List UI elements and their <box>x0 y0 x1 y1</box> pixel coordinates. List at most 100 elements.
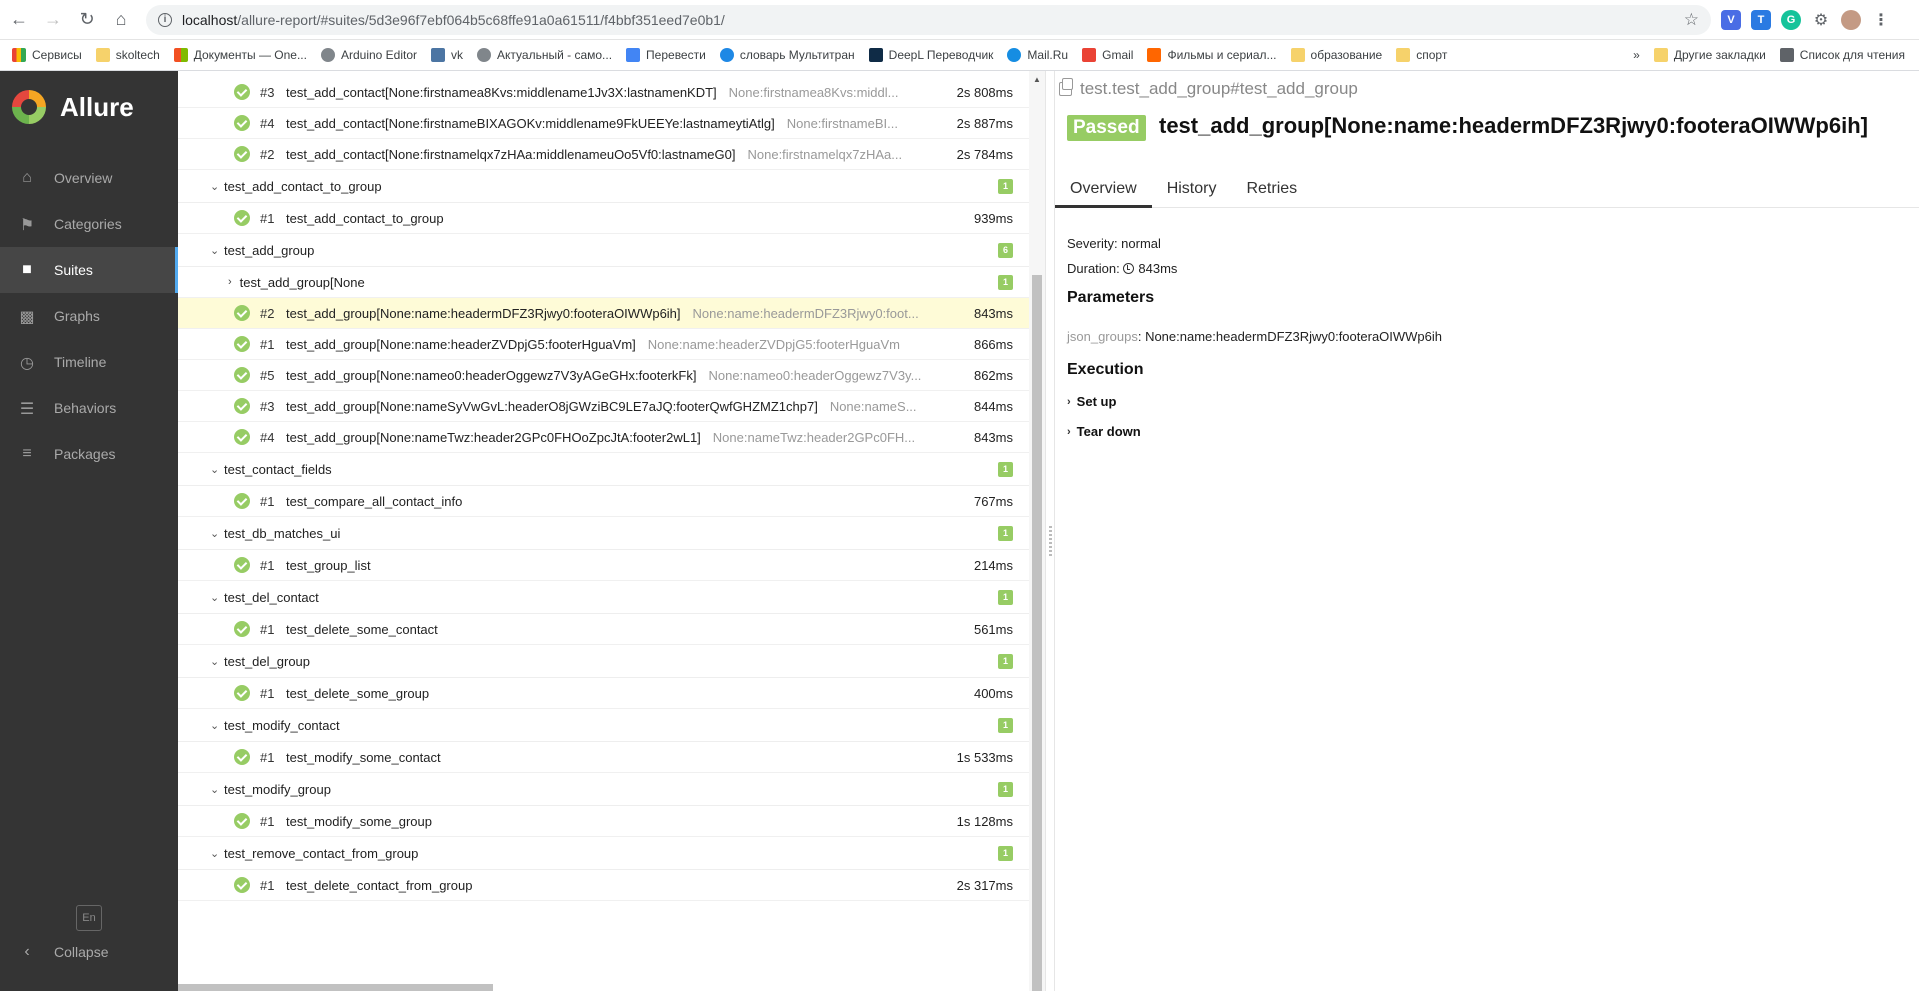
scroll-up-arrow-icon[interactable]: ▲ <box>1033 75 1041 84</box>
passed-check-icon <box>234 877 250 893</box>
collapse-button[interactable]: ‹ Collapse <box>16 943 108 961</box>
other-bookmarks[interactable]: Другие закладки <box>1653 48 1766 62</box>
home-icon[interactable]: ⌂ <box>106 5 136 35</box>
brand[interactable]: Allure <box>0 71 178 143</box>
tab-retries[interactable]: Retries <box>1231 176 1312 208</box>
row-test-name: test_add_contact[None:firstnamelqx7zHAa:… <box>286 146 736 162</box>
extension-translate-icon[interactable]: T <box>1751 9 1771 30</box>
site-info-icon[interactable]: i <box>158 12 172 27</box>
table-row[interactable]: #1 test_group_list 214ms <box>178 550 1029 581</box>
copy-icon[interactable] <box>1059 78 1073 96</box>
row-order: #4 <box>260 115 275 131</box>
chevron-down-icon: ⌄ <box>210 527 220 540</box>
bookmark-actual[interactable]: Актуальный - само... <box>477 48 612 62</box>
browser-toolbar: ← → ↻ ⌂ i localhost/allure-report/#suite… <box>0 0 1919 40</box>
suite-group-header[interactable]: ⌄ test_db_matches_ui 1 <box>178 517 1029 550</box>
sub-suite-header[interactable]: › test_add_group[None 1 <box>178 267 1029 298</box>
back-arrow-icon[interactable]: ← <box>4 5 34 35</box>
setup-step[interactable]: › Set up <box>1067 394 1116 409</box>
table-row-selected[interactable]: #2 test_add_group[None:name:headermDFZ3Rj… <box>178 298 1029 329</box>
table-row[interactable]: #1 test_modify_some_contact 1s 533ms <box>178 742 1029 773</box>
teardown-step[interactable]: › Tear down <box>1067 424 1141 439</box>
suite-group-header[interactable]: ⌄ test_modify_contact 1 <box>178 709 1029 742</box>
suite-group-header[interactable]: ⌄ test_remove_contact_from_group 1 <box>178 837 1029 870</box>
pane-splitter[interactable] <box>1045 71 1055 991</box>
chevron-down-icon: ⌄ <box>210 655 220 668</box>
bookmark-services[interactable]: Сервисы <box>12 48 82 62</box>
profile-avatar[interactable] <box>1841 9 1861 30</box>
bookmarks-overflow[interactable]: » <box>1633 48 1640 62</box>
table-row[interactable]: #1 test_delete_some_group 400ms <box>178 678 1029 709</box>
table-row[interactable]: #3 test_add_group[None:nameSyVwGvL:header… <box>178 391 1029 422</box>
table-row[interactable]: #1 test_add_contact_to_group 939ms <box>178 203 1029 234</box>
tree-vertical-scrollbar[interactable]: ▲ <box>1029 71 1045 991</box>
extensions-puzzle-icon[interactable]: ⚙ <box>1811 10 1831 30</box>
hd-icon <box>1147 48 1162 62</box>
tab-history[interactable]: History <box>1152 176 1232 208</box>
browser-menu-icon[interactable]: ⋮ <box>1871 10 1891 30</box>
passed-check-icon <box>234 557 250 573</box>
passed-check-icon <box>234 429 250 445</box>
suite-group-header[interactable]: ⌄ test_add_group 6 <box>178 234 1029 267</box>
tree-horizontal-scrollbar[interactable] <box>178 984 493 991</box>
tab-overview[interactable]: Overview <box>1055 176 1152 208</box>
table-row[interactable]: #5 test_add_group[None:nameo0:headerOggew… <box>178 360 1029 391</box>
brand-name: Allure <box>60 91 134 122</box>
bookmark-films[interactable]: Фильмы и сериал... <box>1147 48 1277 62</box>
row-duration: 1s 533ms <box>956 749 1013 765</box>
sidebar-item-categories[interactable]: ⚑ Categories <box>0 201 178 247</box>
table-row[interactable]: #3 test_add_contact[None:firstnamea8Kvs:… <box>178 77 1029 108</box>
bookmark-deepl[interactable]: DeepL Переводчик <box>868 48 993 62</box>
row-test-name: test_add_group[None:nameSyVwGvL:headerO8… <box>286 398 818 414</box>
table-row[interactable]: #4 test_add_group[None:nameTwz:header2GPc… <box>178 422 1029 453</box>
bookmark-gmail[interactable]: Gmail <box>1082 48 1133 62</box>
sidebar-item-graphs[interactable]: ▩ Graphs <box>0 293 178 339</box>
extension-grammarly-icon[interactable]: G <box>1781 9 1801 30</box>
row-duration: 843ms <box>973 429 1013 445</box>
row-order: #3 <box>260 398 275 414</box>
row-order: #1 <box>260 621 275 637</box>
bookmark-onedrive[interactable]: Документы — One... <box>173 48 307 62</box>
sidebar-item-timeline[interactable]: ◷ Timeline <box>0 339 178 385</box>
bookmark-translate[interactable]: Перевести <box>626 48 706 62</box>
bookmark-sport[interactable]: спорт <box>1396 48 1447 62</box>
extension-v-icon[interactable]: V <box>1721 9 1741 30</box>
passed-check-icon <box>234 813 250 829</box>
bookmark-mailru[interactable]: Mail.Ru <box>1007 48 1068 62</box>
suite-group-header[interactable]: ⌄ test_del_contact 1 <box>178 581 1029 614</box>
sidebar-item-suites[interactable]: ■ Suites <box>0 247 178 293</box>
suite-group-header[interactable]: ⌄ test_del_group 1 <box>178 645 1029 678</box>
row-test-name: test_add_group[None:name:headermDFZ3Rjwy… <box>286 305 681 321</box>
table-row[interactable]: #4 test_add_contact[None:firstnameBIXAGO… <box>178 108 1029 139</box>
sub-suite-name: test_add_group[None <box>239 274 365 290</box>
bookmark-multitran[interactable]: словарь Мультитран <box>719 48 855 62</box>
suite-group-header[interactable]: ⌄ test_contact_fields 1 <box>178 453 1029 486</box>
bookmark-star-icon[interactable]: ☆ <box>1684 10 1699 30</box>
bookmark-vk[interactable]: vk <box>431 48 463 62</box>
table-row[interactable]: #1 test_compare_all_contact_info 767ms <box>178 486 1029 517</box>
table-row[interactable]: #1 test_add_group[None:name:headerZVDpjG5… <box>178 329 1029 360</box>
reading-list[interactable]: Список для чтения <box>1779 48 1905 62</box>
table-row[interactable]: #1 test_modify_some_group 1s 128ms <box>178 806 1029 837</box>
language-button[interactable]: En <box>76 905 102 931</box>
table-row[interactable]: #2 test_add_contact[None:firstnamelqx7zH… <box>178 139 1029 170</box>
suite-name: test_del_group <box>224 653 311 669</box>
bookmark-education[interactable]: образование <box>1290 48 1382 62</box>
suite-group-header[interactable]: ⌄ test_add_contact_to_group 1 <box>178 170 1029 203</box>
table-row[interactable]: #1 test_delete_some_contact 561ms <box>178 614 1029 645</box>
suite-group-header[interactable]: ⌄ test_modify_group 1 <box>178 773 1029 806</box>
sidebar-item-behaviors[interactable]: ☰ Behaviors <box>0 385 178 431</box>
scrollbar-thumb[interactable] <box>1032 275 1042 991</box>
address-bar[interactable]: i localhost/allure-report/#suites/5d3e96… <box>146 4 1711 35</box>
reload-icon[interactable]: ↻ <box>72 5 102 35</box>
bookmark-skoltech[interactable]: skoltech <box>95 48 160 62</box>
sidebar-item-overview[interactable]: ⌂ Overview <box>0 155 178 201</box>
sidebar-menu: ⌂ Overview ⚑ Categories ■ Suites ▩ Graphs ◷ T… <box>0 155 178 477</box>
forward-arrow-icon[interactable]: → <box>38 5 68 35</box>
test-full-path: test.test_add_group#test_add_group <box>1059 78 1358 99</box>
bookmark-arduino[interactable]: Arduino Editor <box>320 48 417 62</box>
sidebar-item-packages[interactable]: ≡ Packages <box>0 431 178 477</box>
table-row[interactable]: #1 test_delete_contact_from_group 2s 317ms <box>178 870 1029 901</box>
row-test-name: test_group_list <box>286 557 371 573</box>
row-test-name: test_compare_all_contact_info <box>286 493 463 509</box>
